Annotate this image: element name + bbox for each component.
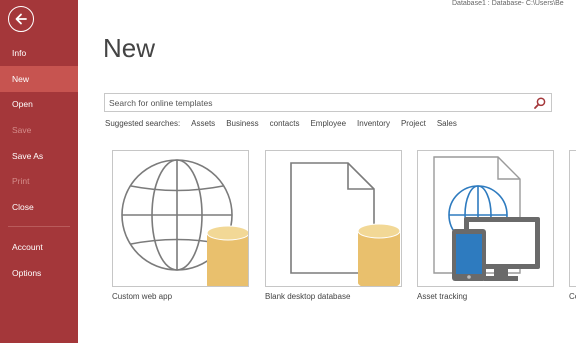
- template-label-asset-tracking[interactable]: Asset tracking: [417, 292, 467, 301]
- asset-devices-icon: [433, 156, 540, 281]
- nav-save-as[interactable]: Save As: [0, 143, 78, 169]
- suggested-link-business[interactable]: Business: [226, 119, 258, 131]
- suggested-link-employee[interactable]: Employee: [310, 119, 346, 131]
- suggested-link-contacts[interactable]: contacts: [270, 119, 300, 131]
- template-tile-asset-tracking[interactable]: [417, 150, 554, 287]
- nav-open[interactable]: Open: [0, 91, 78, 117]
- suggested-searches: Suggested searches: Assets Business cont…: [105, 119, 468, 131]
- partial-template-icon: [570, 151, 576, 286]
- nav-close[interactable]: Close: [0, 194, 78, 220]
- template-label-custom-web-app[interactable]: Custom web app: [112, 292, 172, 301]
- window-title: Database1 : Database- C:\Users\Be: [452, 0, 564, 7]
- nav-info[interactable]: Info: [0, 40, 78, 66]
- template-tile-custom-web-app[interactable]: [112, 150, 249, 287]
- nav-account[interactable]: Account: [0, 234, 78, 260]
- search-input[interactable]: [109, 94, 529, 111]
- nav-save: Save: [12, 125, 32, 135]
- nav-options[interactable]: Options: [0, 260, 78, 286]
- globe-database-icon: [121, 159, 248, 286]
- suggested-searches-label: Suggested searches:: [105, 119, 181, 128]
- template-tile-partial[interactable]: [569, 150, 576, 287]
- page-title: New: [103, 33, 156, 63]
- suggested-link-project[interactable]: Project: [401, 119, 426, 131]
- suggested-link-sales[interactable]: Sales: [437, 119, 457, 131]
- back-button[interactable]: [8, 6, 34, 32]
- suggested-link-assets[interactable]: Assets: [191, 119, 215, 131]
- nav-print: Print: [12, 176, 30, 186]
- back-arrow-icon: [15, 13, 27, 25]
- search-icon[interactable]: [533, 96, 547, 110]
- template-label-partial[interactable]: Co: [569, 292, 576, 301]
- template-label-blank-desktop-database[interactable]: Blank desktop database: [265, 292, 350, 301]
- search-box: [104, 93, 552, 112]
- document-database-icon: [290, 162, 401, 286]
- nav-separator: [8, 226, 70, 227]
- suggested-link-inventory[interactable]: Inventory: [357, 119, 390, 131]
- nav-new[interactable]: New: [0, 66, 78, 92]
- backstage-sidebar: Info New Open Save Save As Print Close A…: [0, 0, 78, 343]
- template-tile-blank-desktop-database[interactable]: [265, 150, 402, 287]
